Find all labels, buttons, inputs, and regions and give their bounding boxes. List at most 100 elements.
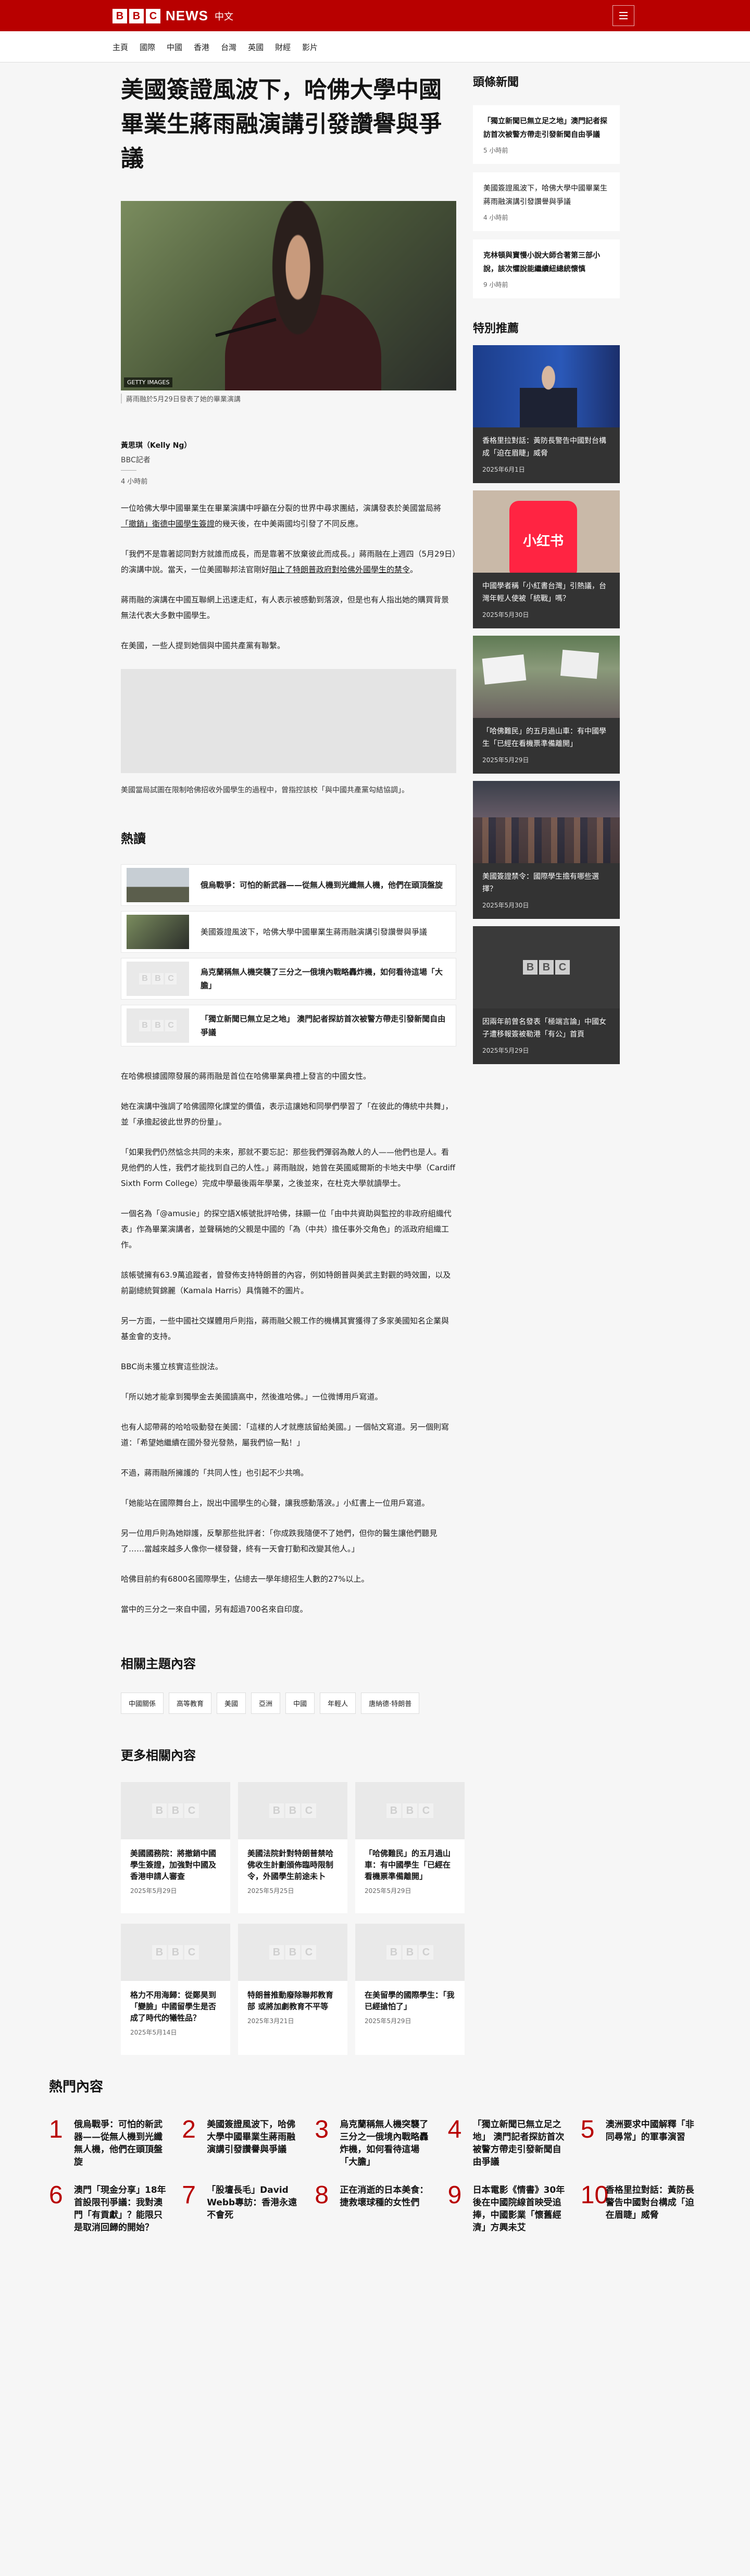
bbc-placeholder-icon: BBC (386, 1803, 433, 1818)
card-date: 2025年5月14日 (130, 2029, 177, 2036)
featured-list: 香格里拉對話：黃防長警告中國對台構成「迫在眉睫」威脅 2025年6月1日 小红书… (473, 345, 620, 1064)
more-related-title: 更多相關內容 (121, 1748, 196, 1763)
related-card[interactable]: BBC 美國國務院：將撤銷中國學生簽證，加強對中國及香港申請人審查 2025年5… (121, 1782, 230, 1913)
nav-item-home[interactable]: 主頁 (113, 42, 128, 53)
most-read-item[interactable]: 9 日本電影《情書》30年後在中國院線首映受追捧，中國影業「懷舊經濟」方興未艾 (448, 2182, 568, 2234)
hot-read-item[interactable]: 美國簽證風波下，哈佛大學中國畢業生蔣雨融演講引發讚譽與爭議 (121, 911, 456, 953)
paragraph: 「如果我們仍然惦念共同的未來，那就不要忘記：那些我們彈弱為敵人的人——他們也是人… (121, 1147, 456, 1188)
rank-number: 6 (49, 2181, 63, 2209)
related-card[interactable]: BBC 在美留學的國際學生：「我已經搶怕了」 2025年5月29日 (355, 1924, 465, 2055)
most-read-item[interactable]: 6 澳門「現金分享」18年首設限刊爭議：我對澳門「有貢獻」？能限只是取消回歸的開始… (49, 2182, 169, 2234)
nav-item-world[interactable]: 國際 (140, 42, 155, 53)
bbc-news-logo[interactable]: B B C NEWS 中文 (113, 8, 233, 24)
top-story-item[interactable]: 「獨立新聞已無立足之地」澳門記者探訪首次被警方帶走引發新聞自由爭議 5 小時前 (473, 105, 620, 164)
most-read-item[interactable]: 3 烏克蘭稱無人機突襲了三分之一俄境內戰略轟炸機，如何看待這場「大膽」 (315, 2116, 435, 2168)
related-card[interactable]: BBC 「哈佛難民」的五月過山車：有中國學生「已經在看機票準備離開」 2025年… (355, 1782, 465, 1913)
paragraph: 蔣雨融的演講在中國互聯網上迅速走紅，有人表示被感動到落淚，但是也有人指出她的購買… (121, 595, 449, 620)
card-image: BBC (238, 1924, 347, 1981)
most-read-headline: 香格里拉對話：黃防長警告中國對台構成「迫在眉睫」威脅 (605, 2185, 694, 2220)
inline-link[interactable]: 阻止了特朗普政府對哈佛外國學生的禁令 (269, 565, 410, 574)
featured-title: 美國簽證禁令：國際學生擔有哪些選擇？ (482, 873, 599, 893)
most-read-item[interactable]: 7 「股壇長毛」David Webb專訪：香港永遠不會死 (182, 2182, 302, 2234)
topic-tag[interactable]: 中國 (285, 1693, 315, 1714)
hot-thumbnail: BBC (127, 962, 189, 996)
nav-item-video[interactable]: 影片 (302, 42, 318, 53)
topic-tag[interactable]: 高等教育 (169, 1693, 212, 1714)
most-read-item[interactable]: 1 俄烏戰爭：可怕的新武器——從無人機到光纖無人機，他們在頭頂盤旋 (49, 2116, 169, 2168)
featured-date: 2025年5月29日 (482, 1047, 529, 1054)
card-date: 2025年5月29日 (130, 1887, 177, 1895)
related-topics: 中國關係 高等教育 美國 亞洲 中國 年輕人 唐納德·特朗普 (121, 1693, 456, 1714)
hot-reads-title: 熱讀 (121, 831, 146, 846)
paragraph: 「所以她才能拿到獨學金去美國讀高中，然後進哈佛。」一位微博用戶寫道。 (121, 1392, 383, 1401)
top-story-item[interactable]: 美國簽證風波下，哈佛大學中國畢業生蔣雨融演講引發讚譽與爭議 4 小時前 (473, 172, 620, 231)
topic-tag[interactable]: 唐納德·特朗普 (361, 1693, 420, 1714)
related-card[interactable]: BBC 特朗普推動廢除聯邦教育部 或將加劇教育不平等 2025年3月21日 (238, 1924, 347, 2055)
paragraph: 一個名為「@amusie」的探空語X帳號批評哈佛，抹顯一位「由中共資助與監控的非… (121, 1209, 452, 1249)
featured-date: 2025年6月1日 (482, 466, 525, 473)
hot-reads-list: 俄烏戰爭：可怕的新武器——從無人機到光纖無人機，他們在頭頂盤旋 美國簽證風波下，… (121, 864, 456, 1046)
nav-item-china[interactable]: 中國 (167, 42, 182, 53)
most-read-headline: 「獨立新聞已無立足之地」 澳門記者探訪首次被警方帶走引發新聞自由爭議 (472, 2119, 565, 2167)
hero-image: GETTY IMAGES (121, 201, 456, 390)
most-read-item[interactable]: 5 澳洲要求中國解釋「非同尋常」的軍事演習 (581, 2116, 701, 2168)
nav-item-uk[interactable]: 英國 (248, 42, 264, 53)
featured-card[interactable]: 小红书 中國學者稱「小紅書台灣」引熱議，台灣年輕人使被「統戰」嗎？ 2025年5… (473, 490, 620, 628)
most-read-item[interactable]: 10 香格里拉對話：黃防長警告中國對台構成「迫在眉睫」威脅 (581, 2182, 701, 2234)
logo-letter: B (129, 8, 144, 23)
topic-tag[interactable]: 年輕人 (320, 1693, 356, 1714)
related-card[interactable]: BBC 格力不用海歸：從鄭昊到「變臉」中國留學生是否成了時代的犧牲品？ 2025… (121, 1924, 230, 2055)
image-credit: GETTY IMAGES (124, 377, 173, 387)
card-date: 2025年5月25日 (247, 1887, 294, 1895)
featured-title: 因兩年前曾名發表「極端言論」中國女子遭移報簽被勒港「有公」首頁 (482, 1018, 606, 1039)
bbc-placeholder-icon: BBC (139, 1020, 177, 1031)
top-story-item[interactable]: 克林頓與寶慢小說大師合著第三部小說，該次懼說能繼續紐總統懷慎 9 小時前 (473, 239, 620, 298)
top-story-title: 「獨立新聞已無立足之地」澳門記者探訪首次被警方帶走引發新聞自由爭議 (483, 117, 607, 139)
nav-item-hongkong[interactable]: 香港 (194, 42, 209, 53)
divider (121, 470, 136, 471)
card-title: 在美留學的國際學生：「我已經搶怕了」 (365, 1990, 455, 2011)
hot-thumbnail: BBC (127, 1008, 189, 1043)
featured-image: 小红书 (473, 490, 620, 573)
most-read-item[interactable]: 2 美國簽證風波下，哈佛大學中國畢業生蔣雨融演講引發讚譽與爭議 (182, 2116, 302, 2168)
hot-read-item[interactable]: BBC 「獨立新聞已無立足之地」 澳門記者探訪首次被警方帶走引發新聞自由爭議 (121, 1005, 456, 1046)
nav-item-taiwan[interactable]: 台灣 (221, 42, 236, 53)
hot-read-item[interactable]: BBC 烏克蘭稱無人機突襲了三分之一俄境內戰略轟炸機，如何看待這場「大膽」 (121, 958, 456, 1000)
paragraph: 在哈佛根據國際發展的蔣雨融是首位在哈佛畢業典禮上發言的中國女性。 (121, 1071, 371, 1081)
hot-thumbnail (127, 915, 189, 949)
topic-tag[interactable]: 美國 (217, 1693, 246, 1714)
featured-card[interactable]: 香格里拉對話：黃防長警告中國對台構成「迫在眉睫」威脅 2025年6月1日 (473, 345, 620, 483)
most-read-item[interactable]: 8 正在消逝的日本美食：捷救壞球種的女性們 (315, 2182, 435, 2234)
card-title: 格力不用海歸：從鄭昊到「變臉」中國留學生是否成了時代的犧牲品？ (130, 1990, 217, 2023)
hamburger-icon[interactable] (612, 5, 634, 26)
card-image: BBC (238, 1782, 347, 1839)
paragraph: 當中的三分之一來自中國，另有超過700名來自印度。 (121, 1605, 308, 1614)
featured-date: 2025年5月30日 (482, 611, 529, 618)
featured-image: BBC (473, 926, 620, 1008)
paragraph: 該帳號擁有63.9萬追蹤者，曾發佈支持特朗普的內容，例如特朗普與美武主對觀的時效… (121, 1270, 451, 1295)
topic-tag[interactable]: 中國關係 (121, 1693, 164, 1714)
nav-item-business[interactable]: 財經 (275, 42, 291, 53)
paragraph: 也有人認帶蔣的哈哈吸動發在美國：「這樣的人才就應該留給美國。」一個帖文寫道。另一… (121, 1422, 449, 1447)
most-read-headline: 正在消逝的日本美食：捷救壞球種的女性們 (340, 2185, 429, 2208)
top-stories-list: 「獨立新聞已無立足之地」澳門記者探訪首次被警方帶走引發新聞自由爭議 5 小時前 … (473, 105, 620, 298)
hot-read-title: 俄烏戰爭：可怕的新武器——從無人機到光纖無人機，他們在頭頂盤旋 (201, 880, 443, 890)
paragraph: BBC尚未獲立核實這些說法。 (121, 1362, 223, 1371)
featured-card[interactable]: 美國簽證禁令：國際學生擔有哪些選擇？ 2025年5月30日 (473, 781, 620, 919)
related-card[interactable]: BBC 美國法院針對特朗普禁哈佛收生計劃頒佈臨時限制令，外國學生前途未卜 202… (238, 1782, 347, 1913)
rank-number: 1 (49, 2116, 63, 2143)
embedded-media[interactable] (121, 669, 456, 773)
rank-number: 8 (315, 2181, 329, 2209)
logo-letter: C (146, 8, 160, 23)
most-read-item[interactable]: 4 「獨立新聞已無立足之地」 澳門記者探訪首次被警方帶走引發新聞自由爭議 (448, 2116, 568, 2168)
hot-read-item[interactable]: 俄烏戰爭：可怕的新武器——從無人機到光纖無人機，他們在頭頂盤旋 (121, 864, 456, 906)
featured-card[interactable]: 「哈佛難民」的五月過山車：有中國學生「已經在看機票準備離開」 2025年5月29… (473, 636, 620, 774)
bbc-placeholder-icon: BBC (523, 960, 570, 975)
featured-card[interactable]: BBC 因兩年前曾名發表「極端言論」中國女子遭移報簽被勒港「有公」首頁 2025… (473, 926, 620, 1064)
inline-link[interactable]: 「撤銷」衛德中國學生簽證 (121, 519, 215, 528)
bbc-placeholder-icon: BBC (269, 1945, 316, 1960)
most-read-headline: 俄烏戰爭：可怕的新武器——從無人機到光纖無人機，他們在頭頂盤旋 (74, 2119, 162, 2167)
card-date: 2025年5月29日 (365, 1887, 411, 1895)
topic-tag[interactable]: 亞洲 (251, 1693, 281, 1714)
card-date: 2025年3月21日 (247, 2017, 294, 2025)
